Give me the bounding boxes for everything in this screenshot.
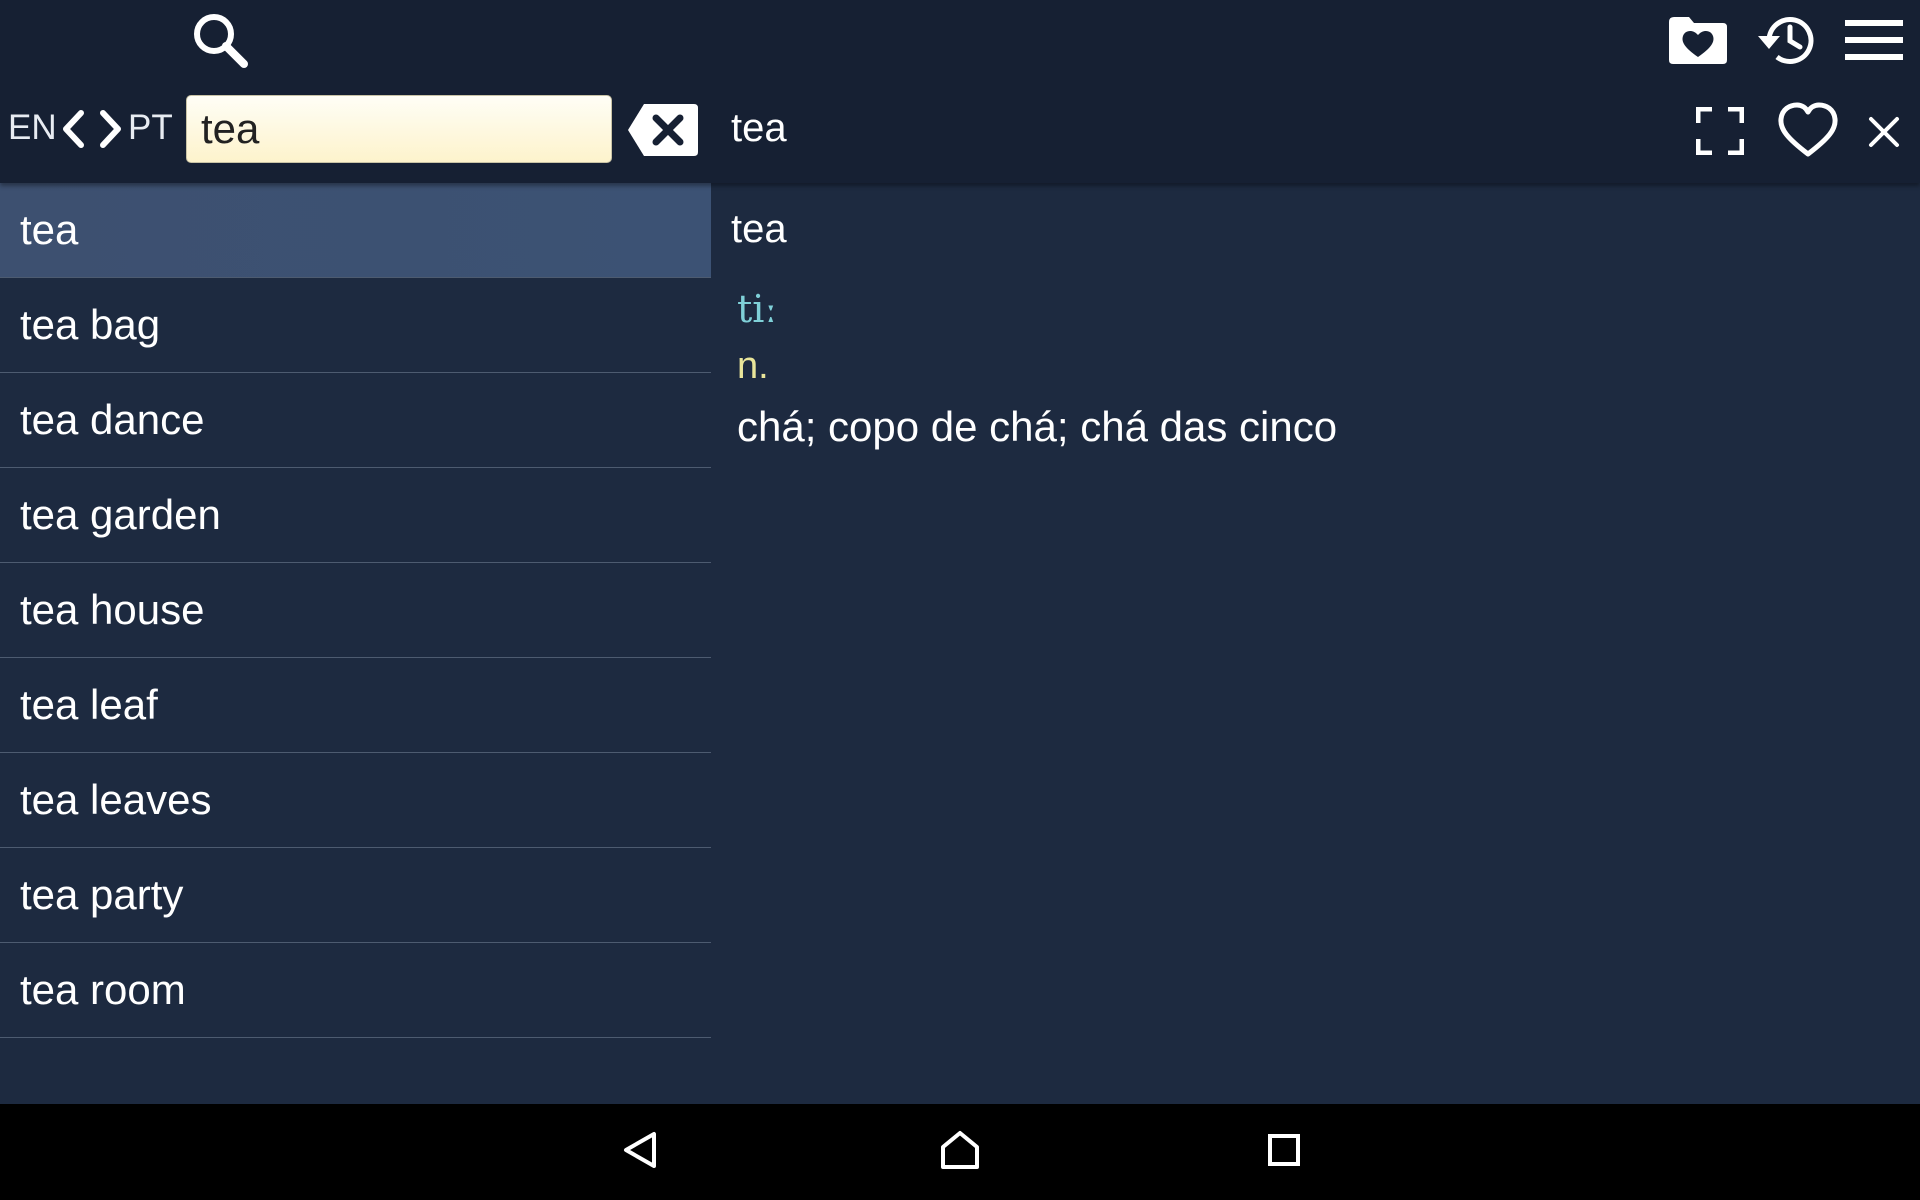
nav-back-button[interactable] [612, 1118, 668, 1182]
list-item[interactable]: tea [0, 183, 711, 278]
chevron-right-icon [100, 110, 121, 148]
search-icon [194, 14, 248, 68]
list-item[interactable]: tea house [0, 563, 711, 658]
backspace-x-icon [628, 104, 698, 156]
fullscreen-button[interactable] [1688, 100, 1752, 162]
word-list: tea tea bag tea dance tea garden tea hou… [0, 183, 711, 1038]
list-item[interactable]: tea party [0, 848, 711, 943]
target-language[interactable]: PT [128, 108, 173, 148]
entry-detail-panel: tea tiː n. chá; copo de chá; chá das cin… [712, 183, 1920, 1104]
entry-translation: chá; copo de chá; chá das cinco [737, 403, 1338, 450]
close-icon [1869, 117, 1899, 147]
menu-button[interactable] [1834, 6, 1914, 74]
swap-language-right-button[interactable] [94, 106, 128, 152]
back-icon [624, 1132, 656, 1168]
list-item[interactable]: tea dance [0, 373, 711, 468]
source-language[interactable]: EN [8, 108, 57, 148]
heart-folder-icon [1669, 17, 1727, 64]
heart-outline-icon [1778, 102, 1838, 157]
clear-search-button[interactable] [626, 102, 700, 158]
nav-recent-apps-button[interactable] [1256, 1118, 1312, 1182]
favorites-folder-button[interactable] [1660, 6, 1736, 74]
list-item[interactable]: tea room [0, 943, 711, 1038]
top-toolbar: EN PT tea [0, 0, 1920, 183]
entry-part-of-speech: n. [737, 345, 769, 387]
recent-apps-icon [1268, 1134, 1300, 1166]
chevron-left-icon [63, 110, 84, 148]
system-navigation-bar [0, 1104, 1920, 1200]
entry-phonetic: tiː [737, 287, 778, 331]
swap-language-left-button[interactable] [56, 106, 90, 152]
history-button[interactable] [1748, 6, 1824, 74]
entry-header-word: tea [731, 106, 787, 150]
list-item[interactable]: tea leaf [0, 658, 711, 753]
search-button[interactable] [180, 6, 260, 74]
list-item[interactable]: tea leaves [0, 753, 711, 848]
search-input[interactable] [186, 95, 612, 163]
close-entry-button[interactable] [1858, 104, 1910, 160]
hamburger-menu-icon [1845, 20, 1903, 60]
add-favorite-button[interactable] [1772, 96, 1844, 164]
nav-home-button[interactable] [932, 1118, 988, 1182]
home-icon [941, 1131, 979, 1169]
list-item[interactable]: tea garden [0, 468, 711, 563]
list-item[interactable]: tea bag [0, 278, 711, 373]
entry-word: tea [731, 207, 787, 251]
history-icon [1758, 17, 1814, 64]
fullscreen-icon [1696, 107, 1744, 155]
